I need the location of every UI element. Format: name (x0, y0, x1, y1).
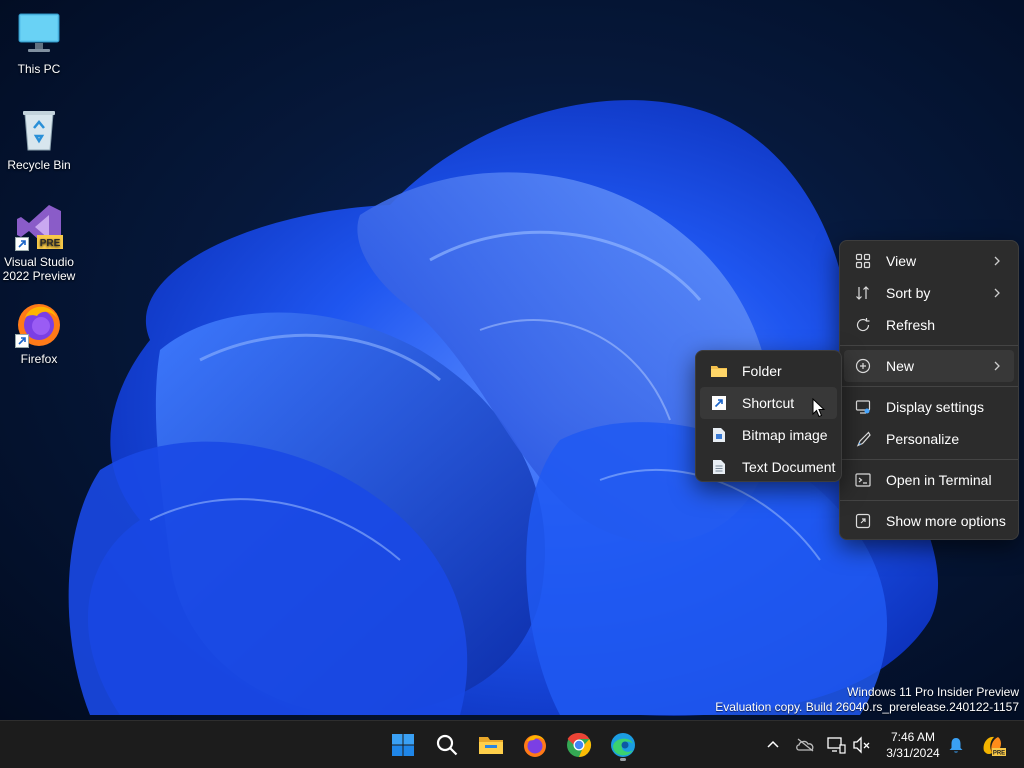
desktop-icon-firefox[interactable]: Firefox (1, 300, 77, 366)
show-hidden-icons-button[interactable] (761, 733, 785, 757)
evaluation-watermark: Windows 11 Pro Insider Preview Evaluatio… (715, 685, 1019, 715)
menu-item-new[interactable]: New (844, 350, 1014, 382)
menu-item-label: Display settings (886, 399, 985, 415)
onedrive-tray-button[interactable] (793, 733, 817, 757)
menu-item-label: Sort by (886, 285, 931, 301)
menu-separator (840, 386, 1018, 387)
volume-muted-icon (853, 736, 870, 754)
monitor-icon (15, 10, 63, 58)
submenu-item-label: Shortcut (742, 395, 795, 411)
shortcut-icon (710, 394, 728, 412)
menu-item-label: Show more options (886, 513, 1006, 529)
menu-item-label: Personalize (886, 431, 960, 447)
running-indicator (620, 758, 626, 761)
menu-item-label: View (886, 253, 917, 269)
chrome-icon (567, 732, 592, 757)
volume-tray-button[interactable] (850, 733, 874, 757)
chevron-up-icon (767, 740, 779, 748)
folder-icon (710, 362, 728, 380)
desktop-icon-visual-studio[interactable]: PRE Visual Studio 2022 Preview (1, 203, 77, 283)
display-icon (854, 398, 872, 416)
start-button[interactable] (385, 727, 421, 763)
submenu-item-label: Folder (742, 363, 782, 379)
tray-pre-badge: PRE (993, 751, 1005, 757)
search-icon (436, 734, 458, 756)
network-tray-button[interactable] (824, 733, 848, 757)
mouse-cursor-icon (812, 398, 826, 418)
desktop-context-menu: View Sort by Refresh New Display setting… (839, 240, 1019, 540)
menu-item-show-more-options[interactable]: Show more options (844, 505, 1014, 537)
submenu-item-bitmap-image[interactable]: Bitmap image (700, 419, 837, 451)
taskbar-firefox[interactable] (517, 727, 553, 763)
text-document-icon (710, 458, 728, 476)
grid-icon (854, 252, 872, 270)
desktop-icon-label: This PC (17, 62, 61, 76)
notifications-button[interactable] (944, 733, 968, 757)
sort-icon (854, 284, 872, 302)
file-explorer-icon (479, 737, 503, 754)
taskbar: 7:46 AM 3/31/2024 PRE (0, 720, 1024, 768)
expand-icon (854, 512, 872, 530)
desktop-icon-this-pc[interactable]: This PC (1, 10, 77, 76)
refresh-icon (854, 316, 872, 334)
chevron-right-icon (990, 253, 1004, 269)
edge-icon (611, 733, 635, 757)
menu-separator (840, 500, 1018, 501)
menu-item-label: Refresh (886, 317, 936, 333)
submenu-item-label: Bitmap image (742, 427, 828, 443)
pre-badge-text: PRE (40, 238, 61, 249)
menu-separator (840, 345, 1018, 346)
submenu-item-text-document[interactable]: Text Document (700, 451, 837, 483)
recycle-bin-icon (15, 106, 63, 154)
menu-item-view[interactable]: View (844, 245, 1014, 277)
firefox-icon (524, 735, 546, 757)
menu-item-display-settings[interactable]: Display settings (844, 391, 1014, 423)
taskbar-chrome[interactable] (561, 727, 597, 763)
taskbar-edge[interactable] (605, 727, 641, 763)
start-icon (392, 734, 414, 756)
onedrive-icon (796, 738, 814, 752)
shortcut-overlay-icon (15, 237, 29, 251)
brush-icon (854, 430, 872, 448)
taskbar-file-explorer[interactable] (473, 727, 509, 763)
clock-time: 7:46 AM (890, 730, 936, 744)
menu-item-label: New (886, 358, 915, 374)
submenu-item-label: Text Document (742, 459, 836, 475)
terminal-icon (854, 471, 872, 489)
menu-separator (840, 459, 1018, 460)
shortcut-overlay-icon (15, 334, 29, 348)
network-icon (827, 737, 846, 754)
watermark-line2: Evaluation copy. Build 26040.rs_prerelea… (715, 700, 1019, 714)
copilot-button[interactable]: PRE (980, 733, 1006, 757)
menu-item-personalize[interactable]: Personalize (844, 423, 1014, 455)
desktop-icon-recycle-bin[interactable]: Recycle Bin (1, 106, 77, 172)
desktop-icon-label-line1: Visual Studio (4, 255, 74, 269)
plus-circle-icon (854, 357, 872, 375)
copilot-icon: PRE (983, 736, 1006, 757)
menu-item-label: Open in Terminal (886, 472, 992, 488)
search-button[interactable] (429, 727, 465, 763)
desktop-icon-label-line2: 2022 Preview (2, 269, 76, 283)
menu-item-sort-by[interactable]: Sort by (844, 277, 1014, 309)
bitmap-icon (710, 426, 728, 444)
chevron-right-icon (990, 358, 1004, 374)
chevron-right-icon (990, 285, 1004, 301)
menu-item-open-in-terminal[interactable]: Open in Terminal (844, 464, 1014, 496)
clock-date: 3/31/2024 (886, 746, 940, 760)
desktop[interactable]: This PC Recycle Bin PRE Visual Studio 20… (0, 0, 1024, 720)
visual-studio-icon: PRE (15, 203, 63, 251)
menu-item-refresh[interactable]: Refresh (844, 309, 1014, 341)
desktop-icon-label: Firefox (20, 352, 58, 366)
notification-bell-icon (949, 738, 963, 753)
desktop-icon-label: Recycle Bin (7, 158, 71, 172)
firefox-icon (15, 300, 63, 348)
watermark-line1: Windows 11 Pro Insider Preview (847, 685, 1019, 699)
taskbar-clock[interactable]: 7:46 AM 3/31/2024 (880, 729, 946, 761)
submenu-item-folder[interactable]: Folder (700, 355, 837, 387)
